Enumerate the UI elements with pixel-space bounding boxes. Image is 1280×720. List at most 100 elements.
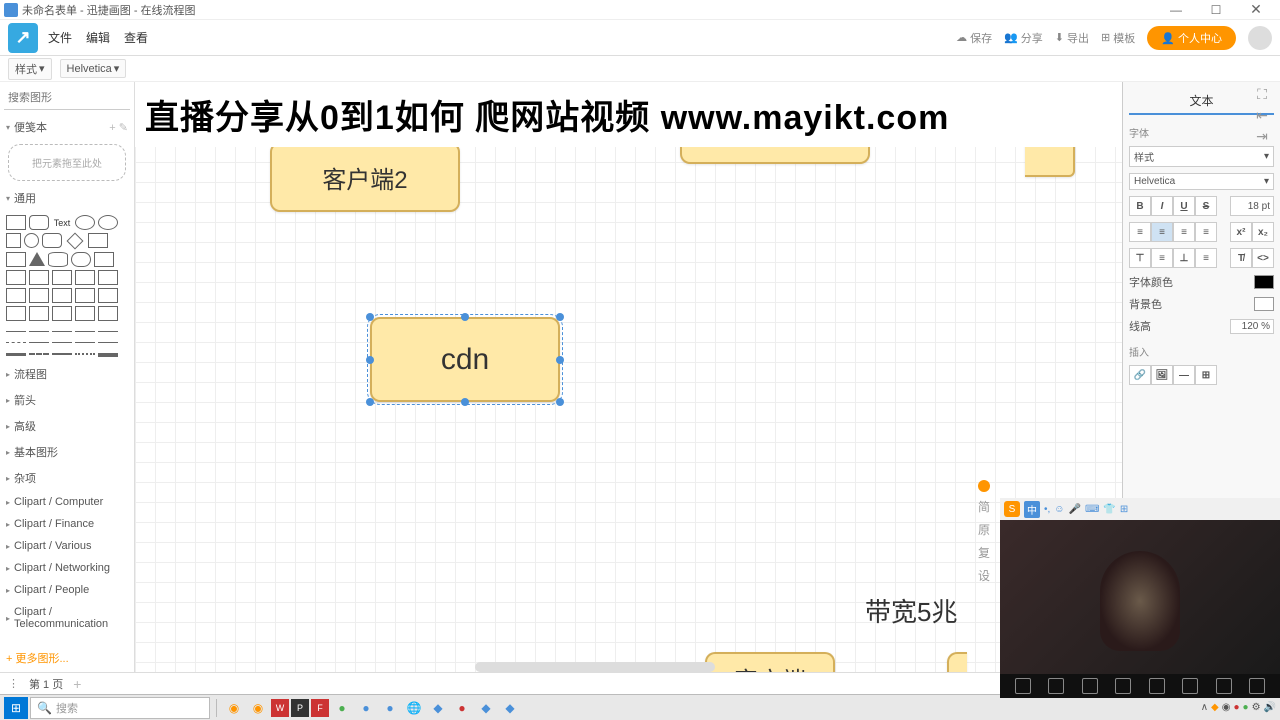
- wc-8[interactable]: [1249, 678, 1265, 694]
- font-dropdown[interactable]: Helvetica ▾: [60, 59, 127, 78]
- wc-3[interactable]: [1082, 678, 1098, 694]
- code-fmt[interactable]: <>: [1252, 248, 1274, 268]
- share-button[interactable]: 👥 分享: [1004, 30, 1043, 46]
- shape-line7[interactable]: [29, 342, 49, 343]
- menu-edit[interactable]: 编辑: [86, 29, 110, 46]
- close-panel-icon[interactable]: ⇥: [1256, 128, 1268, 145]
- valign-mid[interactable]: ≡: [1151, 248, 1173, 268]
- shape-line2[interactable]: [29, 331, 49, 332]
- font-color-swatch[interactable]: [1254, 275, 1274, 289]
- more-shapes[interactable]: 更多图形...: [0, 644, 134, 672]
- shape-round-rect[interactable]: [29, 215, 49, 230]
- shape-a1[interactable]: [6, 353, 26, 356]
- shape-5[interactable]: [88, 233, 108, 248]
- tb-app4[interactable]: P: [291, 699, 309, 717]
- ime-b5[interactable]: 👕: [1103, 504, 1115, 515]
- shape-s1[interactable]: [6, 270, 26, 285]
- page-menu-icon[interactable]: ⋮: [8, 677, 19, 690]
- shape-s9[interactable]: [75, 288, 95, 303]
- shape-s6[interactable]: [6, 288, 26, 303]
- shape-tri[interactable]: [29, 252, 45, 266]
- float-dot[interactable]: [978, 480, 990, 492]
- align-left[interactable]: ≡: [1129, 222, 1151, 242]
- shape-cyl[interactable]: [48, 252, 68, 267]
- insert-hr[interactable]: —: [1173, 365, 1195, 385]
- shape-s2[interactable]: [29, 270, 49, 285]
- node-client2[interactable]: 客户端2: [270, 142, 460, 212]
- page-tab-1[interactable]: 第 1 页: [29, 676, 63, 692]
- shape-a4[interactable]: [75, 353, 95, 355]
- shape-s13[interactable]: [52, 306, 72, 321]
- ime-b4[interactable]: ⌨: [1085, 504, 1099, 515]
- tray-6[interactable]: ⚙: [1252, 702, 1261, 713]
- cat-computer[interactable]: ▸Clipart / Computer: [0, 491, 134, 513]
- shape-rect[interactable]: [6, 215, 26, 230]
- insert-table[interactable]: ⊞: [1195, 365, 1217, 385]
- tray-3[interactable]: ◉: [1222, 702, 1231, 713]
- shape-line4[interactable]: [75, 331, 95, 332]
- italic-button[interactable]: I: [1151, 196, 1173, 216]
- cat-scratch[interactable]: ▾便笺本+ ✎: [0, 114, 134, 140]
- personal-center-button[interactable]: 👤 个人中心: [1147, 26, 1236, 50]
- export-button[interactable]: ⬇ 导出: [1055, 30, 1089, 46]
- shape-sq[interactable]: [6, 233, 21, 248]
- clear-fmt[interactable]: T̸: [1230, 248, 1252, 268]
- shape-s15[interactable]: [98, 306, 118, 321]
- ime-b3[interactable]: 🎤: [1069, 504, 1081, 515]
- tb-app5[interactable]: F: [311, 699, 329, 717]
- wc-2[interactable]: [1048, 678, 1064, 694]
- tb-app2[interactable]: ◉: [247, 697, 269, 719]
- tb-app9[interactable]: 🌐: [403, 697, 425, 719]
- hscrollbar[interactable]: [475, 662, 715, 672]
- tb-app10[interactable]: ◆: [427, 697, 449, 719]
- style-dropdown[interactable]: 样式 ▾: [8, 58, 52, 80]
- tray-1[interactable]: ∧: [1201, 702, 1208, 713]
- close-button[interactable]: ✕: [1236, 0, 1276, 20]
- font-select[interactable]: Helvetica▾: [1129, 173, 1274, 190]
- cat-basic[interactable]: ▸基本图形: [0, 439, 134, 465]
- shape-line1[interactable]: [6, 331, 26, 332]
- shape-s10[interactable]: [98, 288, 118, 303]
- shape-line5[interactable]: [98, 331, 118, 332]
- shape-line9[interactable]: [75, 342, 95, 343]
- menu-file[interactable]: 文件: [48, 29, 72, 46]
- taskbar-search[interactable]: 🔍搜索: [30, 697, 210, 719]
- shape-pill[interactable]: [42, 233, 62, 248]
- cat-arrows[interactable]: ▸箭头: [0, 387, 134, 413]
- shape-cloud[interactable]: [71, 252, 91, 267]
- sup-button[interactable]: x²: [1230, 222, 1252, 242]
- cat-networking[interactable]: ▸Clipart / Networking: [0, 557, 134, 579]
- underline-button[interactable]: U: [1173, 196, 1195, 216]
- float-t3[interactable]: 复: [978, 544, 990, 561]
- shape-s11[interactable]: [6, 306, 26, 321]
- ime-b2[interactable]: ☺: [1054, 504, 1064, 515]
- cat-misc[interactable]: ▸杂项: [0, 465, 134, 491]
- cat-finance[interactable]: ▸Clipart / Finance: [0, 513, 134, 535]
- shape-ellipse2[interactable]: [98, 215, 118, 230]
- valign-bot[interactable]: ⊥: [1173, 248, 1195, 268]
- menu-view[interactable]: 查看: [124, 29, 148, 46]
- tb-app1[interactable]: ◉: [223, 697, 245, 719]
- float-t2[interactable]: 原: [978, 521, 990, 538]
- shape-s12[interactable]: [29, 306, 49, 321]
- expand-icon[interactable]: ⛶: [1257, 86, 1267, 103]
- tb-app7[interactable]: ●: [355, 697, 377, 719]
- shape-s5[interactable]: [98, 270, 118, 285]
- shape-s14[interactable]: [75, 306, 95, 321]
- ime-b6[interactable]: ⊞: [1120, 504, 1128, 515]
- cat-telecom[interactable]: ▸Clipart / Telecommunication: [0, 601, 134, 635]
- dropzone[interactable]: 把元素拖至此处: [8, 144, 126, 181]
- tb-app11[interactable]: ●: [451, 697, 473, 719]
- wc-5[interactable]: [1149, 678, 1165, 694]
- align-justify[interactable]: ≡: [1195, 222, 1217, 242]
- shape-a2[interactable]: [29, 353, 49, 355]
- sub-button[interactable]: x₂: [1252, 222, 1274, 242]
- ime-icon[interactable]: S: [1004, 501, 1020, 517]
- wc-6[interactable]: [1182, 678, 1198, 694]
- shape-s7[interactable]: [29, 288, 49, 303]
- align-right[interactable]: ≡: [1173, 222, 1195, 242]
- tb-app8[interactable]: ●: [379, 697, 401, 719]
- float-t4[interactable]: 设: [978, 567, 990, 584]
- shape-line6[interactable]: [6, 342, 26, 343]
- node-cdn-selected[interactable]: cdn: [370, 317, 560, 402]
